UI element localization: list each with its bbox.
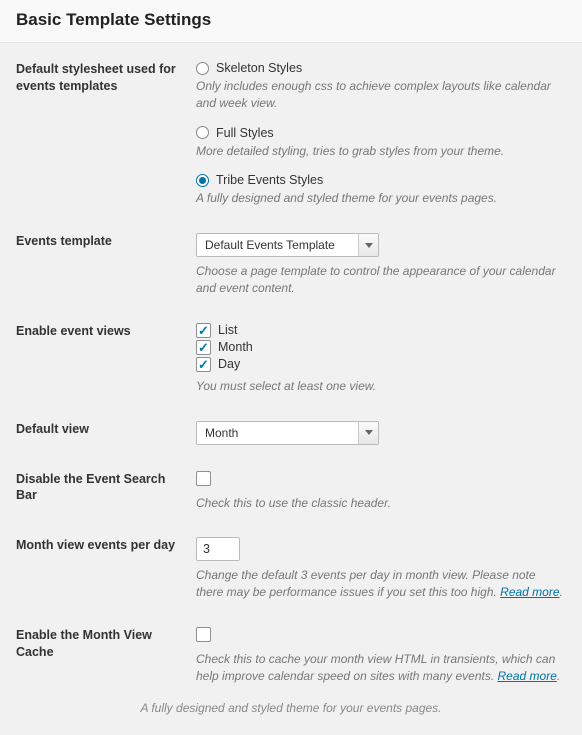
field-disable-search: Check this to use the classic header.: [196, 471, 566, 512]
label-month-cache: Enable the Month View Cache: [16, 627, 196, 661]
row-disable-search: Disable the Event Search Bar Check this …: [16, 471, 566, 512]
label-month-per-day: Month view events per day: [16, 537, 196, 554]
radio-tribe[interactable]: [196, 174, 209, 187]
radio-label-tribe: Tribe Events Styles: [216, 173, 323, 187]
footer-note: A fully designed and styled theme for yo…: [16, 701, 566, 715]
desc-template: Choose a page template to control the ap…: [196, 263, 566, 297]
select-value-template: Default Events Template: [205, 238, 335, 252]
period: .: [560, 585, 563, 599]
radio-label-full: Full Styles: [216, 126, 274, 140]
desc-month-cache: Check this to cache your month view HTML…: [196, 651, 566, 685]
radio-option-tribe: Tribe Events Styles A fully designed and…: [196, 173, 566, 207]
checkbox-month-cache[interactable]: [196, 627, 211, 642]
label-template: Events template: [16, 233, 196, 250]
select-default-view[interactable]: Month: [196, 421, 379, 445]
field-stylesheet: Skeleton Styles Only includes enough css…: [196, 61, 566, 207]
label-stylesheet: Default stylesheet used for events templ…: [16, 61, 196, 95]
desc-text-month-per-day: Change the default 3 events per day in m…: [196, 568, 536, 599]
page-title: Basic Template Settings: [16, 10, 566, 30]
radio-label-skeleton: Skeleton Styles: [216, 61, 302, 75]
checkbox-month[interactable]: [196, 340, 211, 355]
row-month-cache: Enable the Month View Cache Check this t…: [16, 627, 566, 685]
radio-desc-skeleton: Only includes enough css to achieve comp…: [196, 78, 566, 112]
row-month-per-day: Month view events per day 3 Change the d…: [16, 537, 566, 601]
desc-views: You must select at least one view.: [196, 378, 566, 395]
chevron-down-icon: [358, 234, 378, 256]
field-month-cache: Check this to cache your month view HTML…: [196, 627, 566, 685]
field-template: Default Events Template Choose a page te…: [196, 233, 566, 297]
checkbox-label-month: Month: [218, 340, 253, 354]
row-views: Enable event views List Month Day You mu…: [16, 323, 566, 395]
label-default-view: Default view: [16, 421, 196, 438]
radio-option-full: Full Styles More detailed styling, tries…: [196, 126, 566, 160]
link-read-more-cache[interactable]: Read more: [498, 669, 557, 683]
row-default-view: Default view Month: [16, 421, 566, 445]
checkbox-label-list: List: [218, 323, 237, 337]
label-views: Enable event views: [16, 323, 196, 340]
radio-full[interactable]: [196, 126, 209, 139]
label-disable-search: Disable the Event Search Bar: [16, 471, 196, 505]
checkbox-label-day: Day: [218, 357, 240, 371]
radio-desc-full: More detailed styling, tries to grab sty…: [196, 143, 566, 160]
desc-disable-search: Check this to use the classic header.: [196, 495, 566, 512]
field-default-view: Month: [196, 421, 566, 445]
settings-body: Default stylesheet used for events templ…: [0, 43, 582, 735]
link-read-more-month[interactable]: Read more: [500, 585, 559, 599]
select-value-default-view: Month: [205, 426, 238, 440]
field-views: List Month Day You must select at least …: [196, 323, 566, 395]
row-stylesheet: Default stylesheet used for events templ…: [16, 61, 566, 207]
section-header: Basic Template Settings: [0, 0, 582, 43]
checkbox-day[interactable]: [196, 357, 211, 372]
checkbox-disable-search[interactable]: [196, 471, 211, 486]
row-template: Events template Default Events Template …: [16, 233, 566, 297]
radio-skeleton[interactable]: [196, 62, 209, 75]
desc-month-per-day: Change the default 3 events per day in m…: [196, 567, 566, 601]
input-value-month-per-day: 3: [203, 542, 210, 556]
chevron-down-icon: [358, 422, 378, 444]
period: .: [557, 669, 560, 683]
radio-desc-tribe: A fully designed and styled theme for yo…: [196, 190, 566, 207]
radio-option-skeleton: Skeleton Styles Only includes enough css…: [196, 61, 566, 112]
input-month-per-day[interactable]: 3: [196, 537, 240, 561]
select-events-template[interactable]: Default Events Template: [196, 233, 379, 257]
checkbox-list[interactable]: [196, 323, 211, 338]
field-month-per-day: 3 Change the default 3 events per day in…: [196, 537, 566, 601]
